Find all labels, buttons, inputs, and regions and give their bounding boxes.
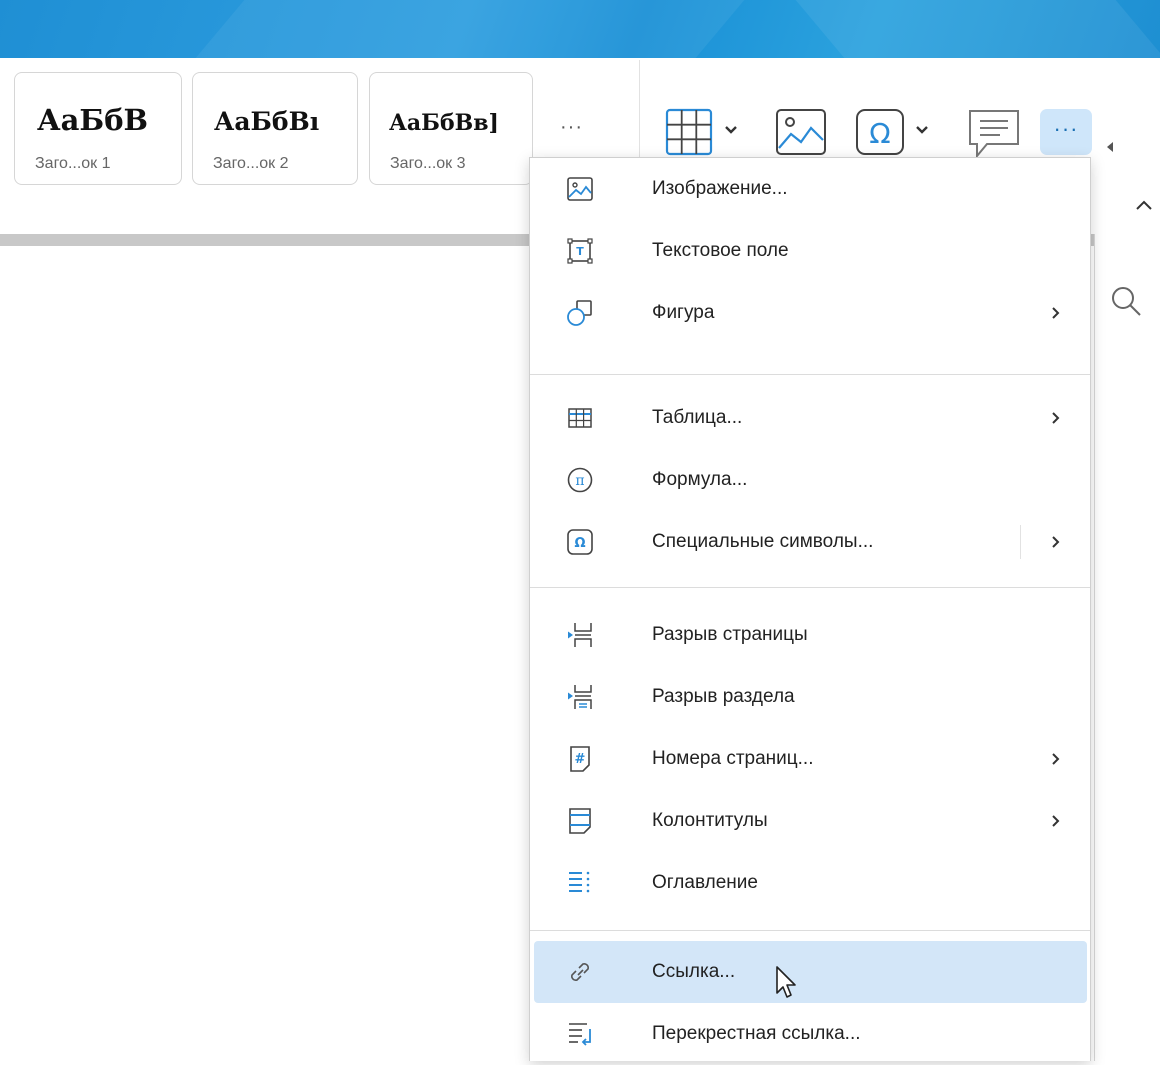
menu-item-table-of-contents[interactable]: Оглавление: [534, 852, 1087, 914]
menu-item-label: Формула...: [652, 469, 748, 490]
search-icon[interactable]: [1110, 284, 1144, 320]
link-icon: [571, 963, 589, 981]
menu-item-label: Перекрестная ссылка...: [652, 1023, 861, 1044]
formula-icon: π: [567, 467, 593, 493]
style-name: Заго...ок 2: [213, 155, 289, 172]
menu-item-link[interactable]: Ссылка...: [534, 941, 1087, 1003]
omega-icon: Ω: [567, 529, 593, 555]
chevron-right-icon: [1052, 815, 1060, 827]
chevron-right-icon[interactable]: [1051, 535, 1061, 549]
menu-item-image[interactable]: Изображение...: [534, 158, 1087, 220]
page-numbers-icon: #: [570, 746, 590, 772]
textbox-icon: T: [567, 238, 593, 264]
style-heading-3[interactable]: АаБбВв] Заго...ок 3: [369, 72, 533, 185]
image-icon: [567, 177, 593, 201]
cross-reference-icon: [569, 1023, 591, 1046]
title-bar-decoration: [195, 0, 745, 58]
menu-separator: [530, 587, 1090, 588]
style-name: Заго...ок 3: [390, 155, 466, 172]
style-name: Заго...ок 1: [35, 155, 111, 172]
menu-item-label: Ссылка...: [652, 961, 736, 982]
more-tools-button[interactable]: ···: [1040, 109, 1092, 155]
menu-item-label: Текстовое поле: [652, 240, 789, 261]
menu-separator: [530, 930, 1090, 931]
style-sample: АаБбВв]: [389, 110, 499, 136]
scroll-left-icon[interactable]: [1107, 142, 1113, 152]
menu-item-label: Номера страниц...: [652, 748, 814, 769]
more-styles-button[interactable]: ···: [560, 116, 583, 139]
menu-item-section-break[interactable]: Разрыв раздела: [534, 666, 1087, 728]
style-heading-1[interactable]: АаБбВ Заго...ок 1: [14, 72, 182, 185]
menu-item-label: Специальные символы...: [652, 531, 874, 552]
menu-item-label: Изображение...: [652, 178, 788, 199]
menu-item-page-break[interactable]: Разрыв страницы: [534, 604, 1087, 666]
shapes-icon: [567, 300, 592, 326]
svg-text:π: π: [575, 473, 584, 489]
menu-item-label: Оглавление: [652, 872, 758, 893]
image-icon[interactable]: [775, 108, 827, 156]
title-bar-decoration: [795, 0, 1160, 58]
page-break-icon: [568, 623, 592, 647]
split-divider: [1020, 525, 1021, 559]
chevron-right-icon: [1052, 753, 1060, 765]
menu-item-text-box[interactable]: T Текстовое поле: [534, 220, 1087, 282]
chevron-right-icon: [1052, 412, 1060, 424]
menu-item-label: Разрыв страницы: [652, 624, 808, 645]
menu-item-formula[interactable]: π Формула...: [534, 449, 1087, 511]
menu-item-shape[interactable]: Фигура: [534, 282, 1087, 344]
menu-item-special-symbols[interactable]: Ω Специальные символы...: [534, 511, 1087, 573]
omega-icon[interactable]: Ω: [855, 108, 905, 156]
section-break-icon: [568, 685, 592, 709]
menu-item-headers-footers[interactable]: Колонтитулы: [534, 790, 1087, 852]
menu-separator: [530, 374, 1090, 375]
svg-text:T: T: [576, 245, 584, 258]
menu-item-label: Разрыв раздела: [652, 686, 795, 707]
title-bar: [0, 0, 1160, 58]
toc-icon: [569, 871, 590, 893]
insert-more-menu: Изображение... T Текстовое поле Фигура Т…: [529, 157, 1091, 1061]
table-icon: [568, 408, 592, 428]
menu-item-table[interactable]: Таблица...: [534, 387, 1087, 449]
table-icon[interactable]: [665, 108, 715, 156]
menu-item-label: Таблица...: [652, 407, 743, 428]
style-sample: АаБбВı: [214, 107, 320, 136]
collapse-ribbon-icon[interactable]: [1134, 198, 1154, 212]
svg-text:#: #: [575, 752, 586, 767]
menu-item-label: Фигура: [652, 302, 715, 323]
mouse-pointer-icon: [776, 966, 796, 998]
menu-item-label: Колонтитулы: [652, 810, 768, 831]
chevron-right-icon: [1052, 307, 1060, 319]
side-panel: [1094, 234, 1160, 1061]
chevron-down-icon[interactable]: [914, 124, 930, 136]
menu-item-cross-reference[interactable]: Перекрестная ссылка...: [534, 1003, 1087, 1065]
menu-item-page-numbers[interactable]: # Номера страниц...: [534, 728, 1087, 790]
comment-icon[interactable]: [967, 108, 1021, 160]
svg-text:Ω: Ω: [574, 536, 585, 551]
svg-text:Ω: Ω: [869, 117, 890, 150]
header-footer-icon: [569, 808, 591, 834]
chevron-down-icon[interactable]: [723, 124, 739, 136]
style-heading-2[interactable]: АаБбВı Заго...ок 2: [192, 72, 358, 185]
style-sample: АаБбВ: [37, 103, 149, 137]
